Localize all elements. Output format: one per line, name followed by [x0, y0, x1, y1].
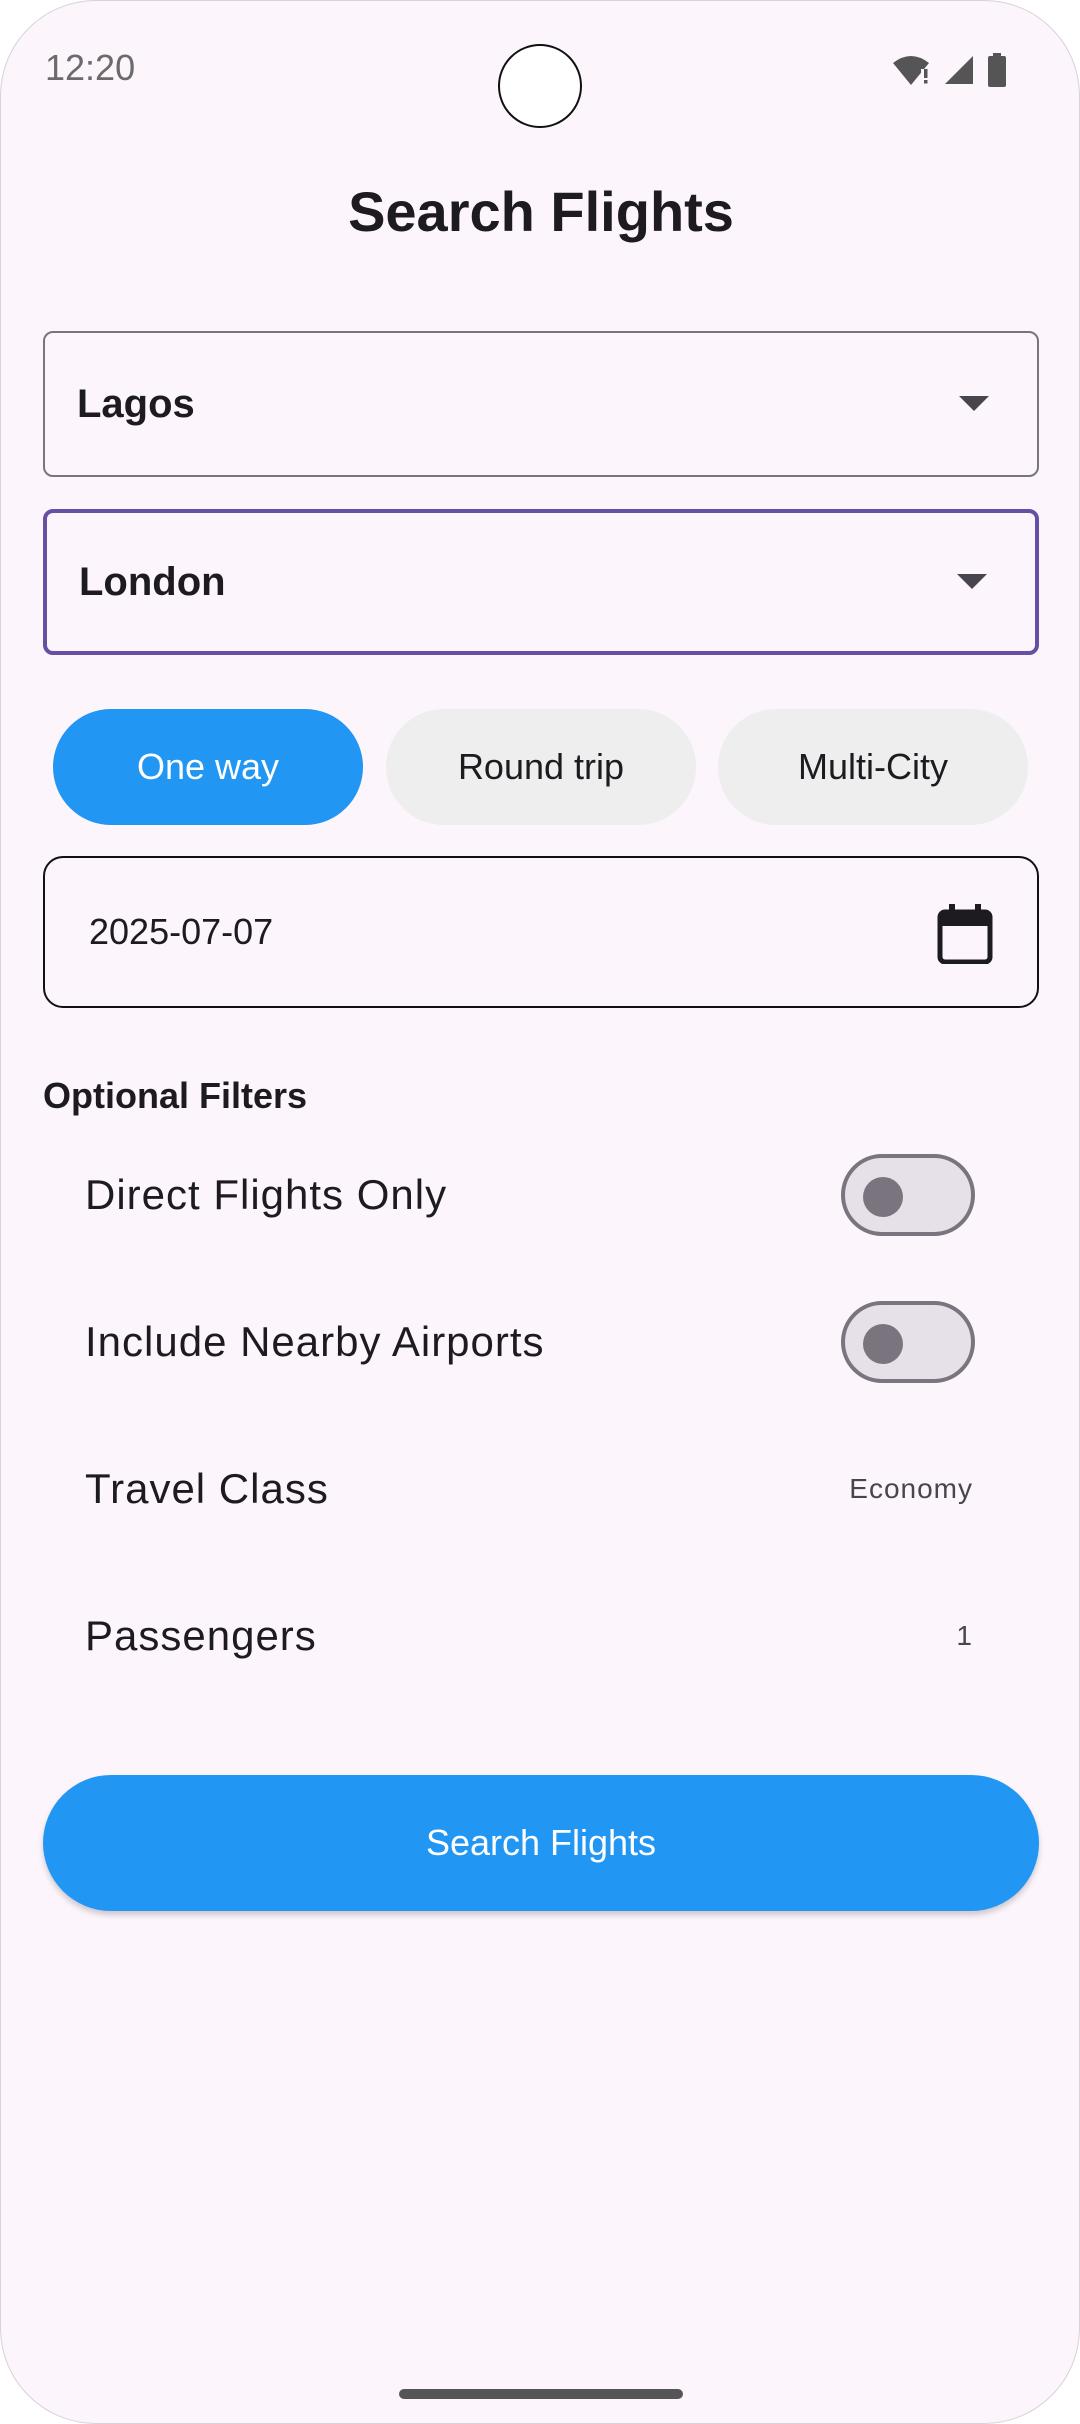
nearby-airports-toggle[interactable] [841, 1301, 975, 1383]
cellular-signal-icon [943, 54, 975, 91]
trip-type-one-way[interactable]: One way [53, 709, 363, 825]
direct-flights-row: Direct Flights Only [43, 1135, 1039, 1255]
app-screen: 12:20 Search Flights Lagos London One wa… [0, 0, 1080, 2424]
chevron-down-icon [959, 396, 989, 411]
passengers-label: Passengers [85, 1612, 317, 1659]
destination-dropdown[interactable]: London [43, 509, 1039, 655]
date-field[interactable]: 2025-07-07 [43, 856, 1039, 1008]
toggle-knob [863, 1177, 903, 1217]
toggle-knob [863, 1324, 903, 1364]
home-indicator[interactable] [399, 2389, 683, 2399]
status-time: 12:20 [45, 47, 136, 88]
passengers-row[interactable]: Passengers 1 [43, 1576, 1039, 1696]
origin-dropdown[interactable]: Lagos [43, 331, 1039, 477]
trip-type-multi-city[interactable]: Multi-City [718, 709, 1028, 825]
camera-cutout [498, 44, 582, 128]
trip-type-round-trip[interactable]: Round trip [386, 709, 696, 825]
date-value: 2025-07-07 [89, 911, 274, 952]
search-flights-button[interactable]: Search Flights [43, 1775, 1039, 1911]
origin-value: Lagos [77, 381, 195, 426]
travel-class-value[interactable]: Economy [849, 1473, 973, 1505]
status-icons [891, 53, 1007, 92]
travel-class-label: Travel Class [85, 1465, 329, 1512]
page-title: Search Flights [348, 180, 734, 243]
travel-class-row[interactable]: Travel Class Economy [43, 1429, 1039, 1549]
nearby-airports-label: Include Nearby Airports [85, 1318, 545, 1365]
battery-icon [987, 53, 1007, 92]
nearby-airports-row: Include Nearby Airports [43, 1282, 1039, 1402]
chevron-down-icon [957, 574, 987, 589]
direct-flights-label: Direct Flights Only [85, 1171, 448, 1218]
passengers-value[interactable]: 1 [956, 1620, 973, 1652]
wifi-alert-icon [891, 55, 931, 90]
direct-flights-toggle[interactable] [841, 1154, 975, 1236]
calendar-icon[interactable] [937, 904, 993, 965]
optional-filters-heading: Optional Filters [43, 1075, 308, 1116]
destination-value: London [79, 559, 226, 604]
